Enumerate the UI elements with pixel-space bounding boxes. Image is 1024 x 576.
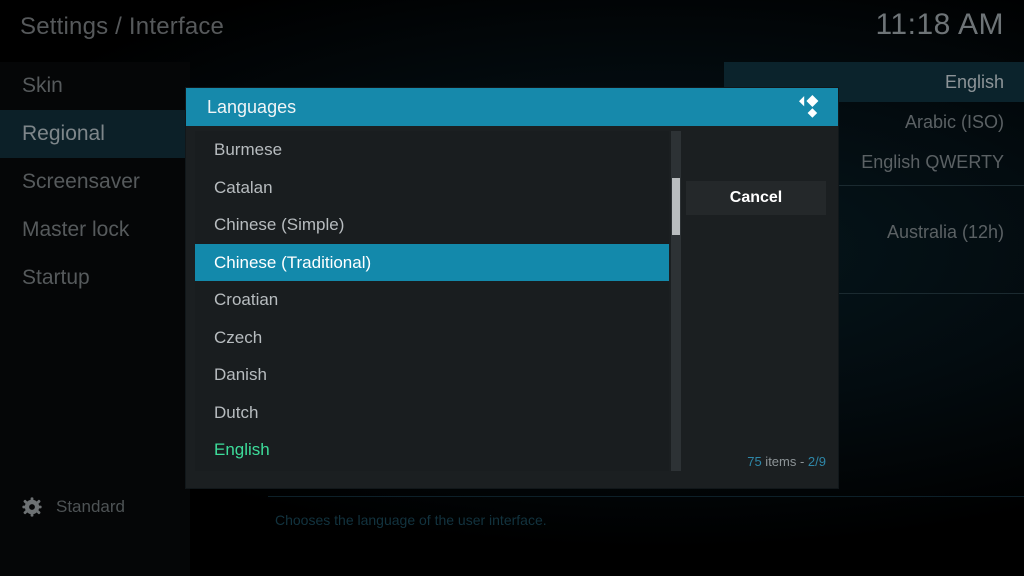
- sidebar-item-startup[interactable]: Startup: [0, 254, 190, 302]
- setting-value-label: Arabic (ISO): [904, 112, 1004, 132]
- help-text: Chooses the language of the user interfa…: [275, 512, 547, 528]
- kodi-logo-icon: [796, 94, 824, 120]
- setting-value-label: English QWERTY: [861, 152, 1004, 172]
- sidebar-item-regional[interactable]: Regional: [0, 110, 190, 158]
- kodi-settings-screen: Settings / Interface 11:18 AM Skin Regio…: [0, 0, 1024, 576]
- sidebar-item-label: Skin: [22, 74, 63, 97]
- cancel-button-label: Cancel: [729, 189, 783, 206]
- list-scrollbar-thumb[interactable]: [672, 178, 680, 235]
- sidebar-item-master-lock[interactable]: Master lock: [0, 206, 190, 254]
- language-list[interactable]: Burmese Catalan Chinese (Simple) Chinese…: [195, 131, 669, 471]
- dialog-body: Burmese Catalan Chinese (Simple) Chinese…: [186, 126, 838, 488]
- list-item-label: Czech: [214, 327, 263, 347]
- list-item[interactable]: Catalan: [195, 169, 669, 207]
- item-counter: 75 items - 2/9: [747, 454, 826, 469]
- dialog-title: Languages: [207, 97, 297, 117]
- sidebar-item-label: Screensaver: [22, 170, 140, 193]
- list-item[interactable]: Burmese: [195, 131, 669, 169]
- list-item-label: Chinese (Simple): [214, 215, 345, 234]
- cancel-button[interactable]: Cancel: [686, 181, 826, 215]
- item-counter-position: 2/9: [807, 454, 826, 469]
- list-item[interactable]: Croatian: [195, 281, 669, 319]
- category-sidebar: Skin Regional Screensaver Master lock St…: [0, 62, 190, 576]
- item-counter-total: 75: [747, 454, 762, 469]
- clock: 11:18 AM: [875, 8, 1004, 41]
- breadcrumb: Settings / Interface: [20, 13, 225, 40]
- list-item-label: Catalan: [214, 177, 273, 197]
- list-item-current[interactable]: English: [195, 431, 669, 469]
- settings-separator: [838, 185, 1024, 186]
- settings-level-label: Standard: [56, 497, 125, 516]
- settings-separator: [838, 293, 1024, 294]
- sidebar-item-skin[interactable]: Skin: [0, 62, 190, 110]
- list-item-label: Burmese: [214, 140, 283, 159]
- item-counter-middle: items -: [761, 454, 808, 469]
- setting-value-label: Australia (12h): [886, 222, 1004, 242]
- setting-value-label: English: [944, 72, 1004, 92]
- top-bar: Settings / Interface 11:18 AM: [0, 0, 1024, 62]
- sidebar-item-label: Startup: [22, 266, 90, 289]
- list-item[interactable]: Danish: [195, 356, 669, 394]
- list-item-selected[interactable]: Chinese (Traditional): [195, 243, 669, 281]
- gear-icon: [22, 497, 42, 517]
- dialog-header: Languages: [186, 88, 838, 126]
- sidebar-item-label: Regional: [22, 122, 105, 145]
- list-item-label: English: [214, 440, 270, 459]
- help-separator: [268, 496, 1024, 497]
- list-item-label: Chinese (Traditional): [214, 252, 372, 272]
- settings-level-toggle[interactable]: Standard: [0, 490, 190, 524]
- sidebar-item-screensaver[interactable]: Screensaver: [0, 158, 190, 206]
- languages-dialog: Languages Burmese Catalan Chinese (Simpl…: [186, 88, 838, 488]
- list-item[interactable]: Czech: [195, 319, 669, 357]
- sidebar-item-label: Master lock: [22, 218, 130, 241]
- list-item-label: Croatian: [214, 290, 279, 309]
- list-item-label: Danish: [214, 365, 267, 384]
- list-item-label: Dutch: [214, 402, 259, 422]
- list-item[interactable]: Chinese (Simple): [195, 206, 669, 244]
- list-item[interactable]: Dutch: [195, 394, 669, 432]
